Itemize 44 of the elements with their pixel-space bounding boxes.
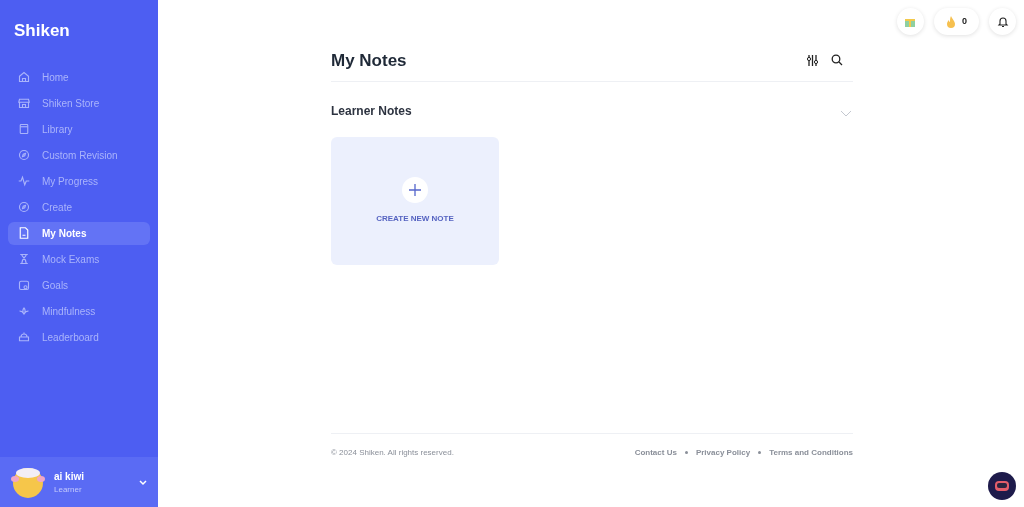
page-title: My Notes <box>331 49 407 72</box>
chevron-down-icon[interactable] <box>138 477 148 487</box>
nav-icon <box>18 253 30 265</box>
create-note-label: CREATE NEW NOTE <box>376 213 454 225</box>
nav-item[interactable]: Library <box>8 117 150 141</box>
nav-icon <box>18 71 30 83</box>
nav-icon <box>18 279 30 291</box>
nav-icon <box>18 331 30 343</box>
avatar-icon <box>10 465 46 499</box>
nav-item[interactable]: Leaderboard <box>8 325 150 349</box>
chat-assistant-icon[interactable] <box>988 472 1016 500</box>
user-role: Learner <box>54 483 83 496</box>
nav-icon <box>18 305 30 317</box>
copyright-text: © 2024 Shiken. All rights reserved. <box>331 447 454 459</box>
nav-icon <box>18 175 30 187</box>
nav-icon <box>18 149 30 161</box>
footer-link[interactable]: Contact Us <box>634 447 677 459</box>
filter-icon[interactable] <box>806 54 819 67</box>
user-panel[interactable]: ai kiwi Learner <box>0 457 158 507</box>
nav-item[interactable]: Home <box>8 65 150 89</box>
nav-item[interactable]: Mock Exams <box>8 247 150 271</box>
nav-item[interactable]: Custom Revision <box>8 143 150 167</box>
nav-item[interactable]: My Progress <box>8 169 150 193</box>
nav-item[interactable]: Goals <box>8 273 150 297</box>
footer-link[interactable]: Terms and Conditions <box>769 447 853 459</box>
search-icon[interactable] <box>831 54 843 66</box>
nav-icon <box>18 227 30 239</box>
streak-button[interactable]: 0 <box>934 8 979 35</box>
nav-item[interactable]: Create <box>8 195 150 219</box>
nav-item[interactable]: My Notes <box>8 221 150 245</box>
nav-icon <box>18 201 30 213</box>
brand-logo[interactable]: Shiken <box>0 0 158 66</box>
section-title: Learner Notes <box>331 103 412 120</box>
notifications-button[interactable] <box>989 8 1016 35</box>
nav-item[interactable]: Mindfulness <box>8 299 150 323</box>
plus-icon <box>402 177 428 203</box>
nav-icon <box>18 97 30 109</box>
flame-icon <box>946 15 956 28</box>
create-note-card[interactable]: CREATE NEW NOTE <box>331 137 499 265</box>
bell-icon <box>996 15 1009 28</box>
nav-icon <box>18 123 30 135</box>
user-name: ai kiwi <box>54 469 85 484</box>
nav-item[interactable]: Shiken Store <box>8 91 150 115</box>
footer-link[interactable]: Privacy Policy <box>695 447 751 459</box>
